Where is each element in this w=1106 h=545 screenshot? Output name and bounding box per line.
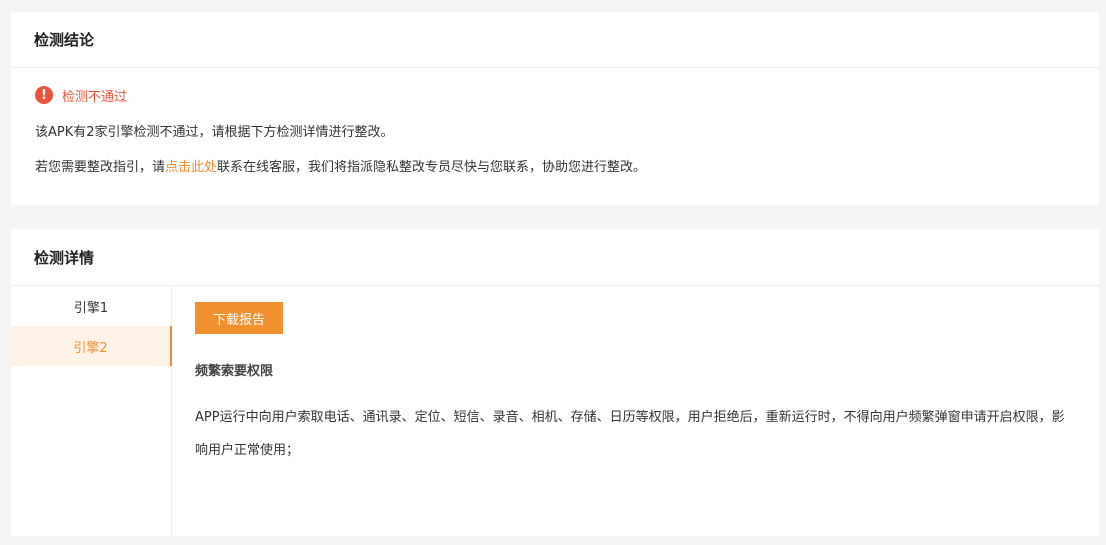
status-row: ! 检测不通过 [35, 85, 127, 105]
conclusion-title: 检测结论 [34, 31, 95, 49]
details-header: 检测详情 [11, 229, 1099, 286]
engine-content: 下载报告 频繁索要权限 APP运行中向用户索取电话、通讯录、定位、短信、录音、相… [195, 302, 1069, 467]
engine-tab-1[interactable]: 引擎1 [11, 286, 171, 326]
engine-menu: 引擎1 引擎2 [11, 286, 172, 536]
status-text: 检测不通过 [62, 89, 128, 105]
issue-title: 频繁索要权限 [195, 364, 274, 379]
exclamation-circle-icon: ! [35, 86, 53, 104]
guide-suffix: 联系在线客服，我们将指派隐私整改专员尽快与您联系，协助您进行整改。 [217, 160, 647, 175]
conclusion-card: 检测结论 ! 检测不通过 该APK有2家引擎检测不通过，请根据下方检测详情进行整… [11, 12, 1099, 205]
summary-text: 该APK有2家引擎检测不通过，请根据下方检测详情进行整改。 [35, 125, 394, 140]
details-title: 检测详情 [34, 248, 95, 267]
details-card: 检测详情 引擎1 引擎2 下载报告 频繁索要权限 APP运行中向用户索取电话、通… [11, 229, 1099, 536]
download-report-button[interactable]: 下载报告 [195, 302, 283, 334]
guide-prefix: 若您需要整改指引，请 [35, 160, 166, 175]
conclusion-header: 检测结论 [11, 12, 1099, 68]
issue-description: APP运行中向用户索取电话、通讯录、定位、短信、录音、相机、存储、日历等权限，用… [195, 410, 1065, 458]
engine-tab-2[interactable]: 引擎2 [11, 326, 172, 366]
guide-text: 若您需要整改指引，请点击此处联系在线客服，我们将指派隐私整改专员尽快与您联系，协… [35, 156, 646, 175]
contact-link[interactable]: 点击此处 [165, 160, 217, 175]
